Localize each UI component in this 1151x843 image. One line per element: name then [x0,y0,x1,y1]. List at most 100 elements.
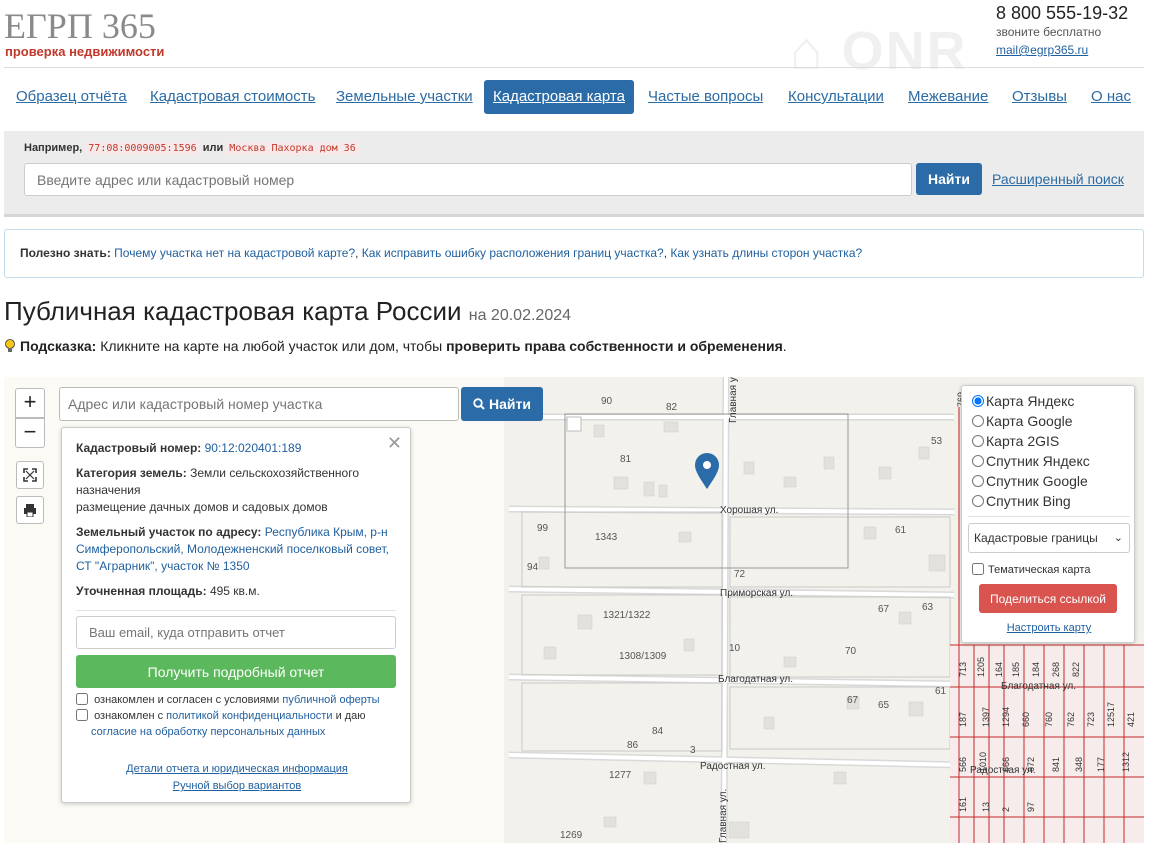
example-code: 77:08:0009005:1596 [85,142,200,155]
hint-text: Кликните на карте на любой участок или д… [100,338,443,354]
layer-yandex-satellite[interactable]: Спутник Яндекс [972,453,1090,469]
category-row: Категория земель: Земли сельскохозяйстве… [76,465,398,516]
parcel-number: 99 [537,523,549,534]
red-parcel-number: 841 [1051,757,1061,772]
layer-2gis-map[interactable]: Карта 2GIS [972,433,1059,449]
parcel-number: 82 [666,402,678,413]
nav-about[interactable]: О нас [1091,80,1131,114]
layer-radio[interactable] [972,475,984,487]
nav-cadastral-map[interactable]: Кадастровая карта [484,80,634,114]
red-parcel-number: 760 [1044,712,1054,727]
layer-radio[interactable] [972,435,984,447]
area-label: Уточненная площадь: [76,584,207,598]
parcel-number: 61 [895,525,907,536]
address-search-input[interactable] [24,163,912,196]
search-block: Например, 77:08:0009005:1596 или Москва … [4,131,1144,217]
red-parcel-number: 97 [1026,802,1036,812]
personal-data-consent-link[interactable]: согласие на обработку персональных данны… [91,726,325,738]
search-example: Например, 77:08:0009005:1596 или Москва … [24,142,359,155]
header-divider [4,67,1144,68]
cadastral-number-row: Кадастровый номер: 90:12:020401:189 [76,440,398,457]
street-label: Хорошая ул. [720,505,778,516]
parcel-number: 53 [931,436,943,447]
report-details-link[interactable]: Детали отчета и юридическая информация [62,763,412,775]
manual-choice-link[interactable]: Ручной выбор вариантов [62,780,412,792]
get-report-button[interactable]: Получить подробный отчет [76,655,396,688]
layer-google-map[interactable]: Карта Google [972,413,1073,429]
useful-link-fix-borders[interactable]: Как исправить ошибку расположения границ… [362,246,664,260]
street-label: Приморская ул. [720,588,793,599]
email-input[interactable] [76,616,396,649]
print-button[interactable] [16,496,44,524]
layer-google-satellite[interactable]: Спутник Google [972,473,1088,489]
find-button[interactable]: Найти [916,163,982,195]
hint-bold: проверить права собственности и обремене… [446,338,783,354]
nav-surveying[interactable]: Межевание [908,80,988,114]
nav-sample-report[interactable]: Образец отчёта [16,80,127,114]
street-label: Радостная ул. [700,761,766,772]
map-pin-icon [695,453,719,489]
red-parcel-number: 672 [1026,757,1036,772]
red-parcel-number: 660 [1021,712,1031,727]
public-offer-link[interactable]: публичной оферты [282,694,379,706]
parcel-number: 67 [847,695,859,706]
red-parcel-number: 822 [1071,662,1081,677]
offer-agreement: ознакомлен и согласен с условиями публич… [76,692,380,708]
advanced-search-link[interactable]: Расширенный поиск [992,171,1124,187]
boundaries-select[interactable]: Кадастровые границы ⌄ [968,523,1130,553]
parcel-number: 90 [601,396,613,407]
layer-radio[interactable] [972,455,984,467]
hint-end: . [782,338,787,354]
cadastral-map[interactable]: Хорошая ул. Приморская ул. Благодатная у… [4,377,1144,843]
street-label: Благодатная ул. [718,674,793,685]
privacy-agreement: ознакомлен с политикой конфиденциальност… [76,708,398,740]
nav-cadastral-value[interactable]: Кадастровая стоимость [150,80,315,114]
red-parcel-number: 348 [1074,757,1084,772]
layer-bing-satellite[interactable]: Спутник Bing [972,493,1071,509]
nav-consultations[interactable]: Консультации [788,80,884,114]
red-parcel-number: 187 [958,712,968,727]
red-parcel-number: 184 [1031,662,1041,677]
setup-map-link[interactable]: Настроить карту [962,622,1136,634]
red-parcel-number: 268 [1051,662,1061,677]
layer-radio[interactable] [972,415,984,427]
parcel-number: 3 [690,745,696,756]
share-link-button[interactable]: Поделиться ссылкой [979,584,1117,613]
nav-land-plots[interactable]: Земельные участки [336,80,473,114]
area-row: Уточненная площадь: 495 кв.м. [76,583,398,600]
logo[interactable]: ЕГРП 365 [4,6,156,46]
map-find-button[interactable]: Найти [461,387,543,421]
red-parcel-number: 421 [1126,712,1136,727]
privacy-checkbox[interactable] [76,709,88,721]
red-parcel-number: 185 [1011,662,1021,677]
zoom-out-button[interactable]: − [15,418,45,448]
nav-reviews[interactable]: Отзывы [1012,80,1067,114]
map-search-input[interactable] [59,387,459,421]
map-find-label: Найти [488,396,531,412]
fullscreen-button[interactable] [16,461,44,489]
parcel-number: 61 [935,686,947,697]
zoom-in-button[interactable]: + [15,388,45,418]
red-parcel-number: 2 [1001,807,1011,812]
useful-link-side-lengths[interactable]: Как узнать длины сторон участка? [670,246,862,260]
thematic-map-toggle[interactable]: Тематическая карта [972,563,1090,576]
cadastral-number-link[interactable]: 90:12:020401:189 [205,441,302,455]
layer-radio[interactable] [972,495,984,507]
parcel-number: 70 [845,646,857,657]
offer-checkbox[interactable] [76,693,88,705]
useful-info-box: Полезно знать: Почему участка нет на кад… [4,229,1144,278]
layer-radio[interactable] [972,395,984,407]
privacy-policy-link[interactable]: политикой конфиденциальности [166,710,332,722]
red-parcel-number: 12517 [1106,702,1116,727]
page-date: на 20.02.2024 [468,307,572,324]
thematic-checkbox[interactable] [972,563,984,575]
parcel-number: 1269 [560,830,583,841]
divider [968,516,1130,517]
email-link[interactable]: mail@egrp365.ru [996,43,1088,57]
layer-yandex-map[interactable]: Карта Яндекс [972,393,1074,409]
useful-link-missing-plot[interactable]: Почему участка нет на кадастровой карте? [114,246,355,260]
red-parcel-number: 713 [958,662,968,677]
select-value: Кадастровые границы [974,531,1098,545]
nav-faq[interactable]: Частые вопросы [648,80,763,114]
parcel-number: 67 [878,604,890,615]
